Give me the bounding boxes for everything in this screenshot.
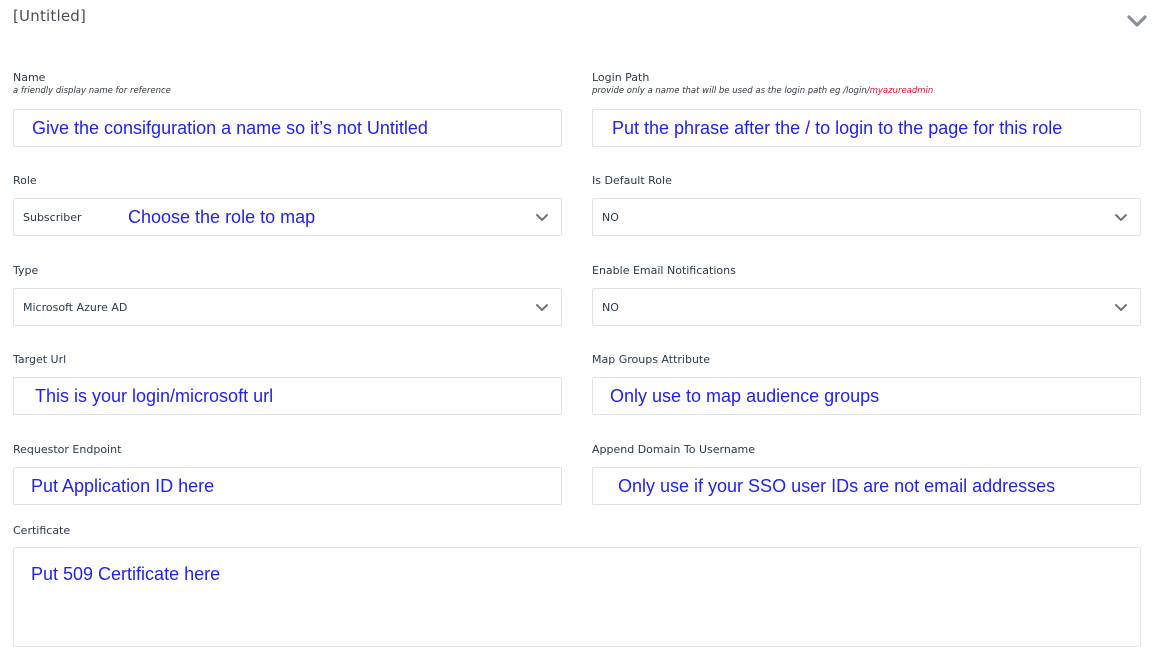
requestor-endpoint-field-group: Requestor Endpoint Put Application ID he… (13, 443, 562, 505)
certificate-label: Certificate (13, 524, 71, 537)
requestor-endpoint-input[interactable]: Put Application ID here (13, 467, 562, 505)
target-url-input[interactable]: This is your login/microsoft url (13, 377, 562, 415)
map-groups-field-group: Map Groups Attribute Only use to map aud… (592, 353, 1141, 415)
append-domain-label: Append Domain To Username (592, 443, 756, 456)
role-label: Role (13, 174, 37, 187)
map-groups-annotation: Only use to map audience groups (610, 386, 880, 406)
login-path-input[interactable]: Put the phrase after the / to login to t… (592, 109, 1141, 147)
name-field-group: Name a friendly display name for referen… (13, 71, 562, 147)
email-notifications-field-group: Enable Email Notifications NO (592, 264, 1141, 326)
chevron-down-icon[interactable] (1126, 12, 1148, 30)
is-default-role-label: Is Default Role (592, 174, 672, 187)
map-groups-input[interactable]: Only use to map audience groups (592, 377, 1141, 415)
type-selected-value: Microsoft Azure AD (23, 301, 128, 314)
target-url-annotation: This is your login/microsoft url (35, 386, 274, 406)
target-url-label: Target Url (13, 353, 67, 366)
name-label: Name (13, 71, 46, 84)
chevron-down-icon (536, 214, 548, 221)
type-field-group: Type Microsoft Azure AD (13, 264, 562, 326)
certificate-field-group: Certificate Put 509 Certificate here (13, 524, 1141, 647)
role-selected-value: Subscriber (23, 211, 82, 224)
append-domain-input[interactable]: Only use if your SSO user IDs are not em… (592, 467, 1141, 505)
target-url-field-group: Target Url This is your login/microsoft … (13, 353, 562, 415)
email-notifications-label: Enable Email Notifications (592, 264, 736, 277)
login-path-annotation: Put the phrase after the / to login to t… (612, 118, 1063, 138)
chevron-down-icon (1115, 214, 1127, 221)
certificate-annotation: Put 509 Certificate here (31, 564, 221, 584)
type-label: Type (13, 264, 39, 277)
type-select[interactable]: Microsoft Azure AD (13, 288, 562, 326)
config-header[interactable]: [Untitled] (0, 0, 1158, 44)
requestor-endpoint-label: Requestor Endpoint (13, 443, 122, 456)
email-notifications-selected-value: NO (602, 301, 619, 314)
map-groups-label: Map Groups Attribute (592, 353, 710, 366)
name-input[interactable]: Give the consifguration a name so it’s n… (13, 109, 562, 147)
is-default-role-field-group: Is Default Role NO (592, 174, 1141, 236)
is-default-role-selected-value: NO (602, 211, 619, 224)
is-default-role-select[interactable]: NO (592, 198, 1141, 236)
login-path-label: Login Path (592, 71, 650, 84)
requestor-endpoint-annotation: Put Application ID here (31, 476, 215, 496)
login-path-example: myazureadmin (869, 86, 934, 96)
chevron-down-icon (536, 304, 548, 311)
email-notifications-select[interactable]: NO (592, 288, 1141, 326)
config-title: [Untitled] (13, 7, 87, 25)
role-field-group: Role Subscriber Choose the role to map (13, 174, 562, 236)
name-annotation: Give the consifguration a name so it’s n… (32, 118, 428, 138)
name-hint: a friendly display name for reference (13, 86, 171, 96)
login-path-field-group: Login Path provide only a name that will… (592, 71, 1141, 147)
append-domain-field-group: Append Domain To Username Only use if yo… (592, 443, 1141, 505)
certificate-textarea[interactable]: Put 509 Certificate here (13, 547, 1141, 647)
role-select[interactable]: Subscriber Choose the role to map (13, 198, 562, 236)
append-domain-annotation: Only use if your SSO user IDs are not em… (618, 476, 1056, 496)
role-annotation: Choose the role to map (128, 207, 316, 227)
chevron-down-icon (1115, 304, 1127, 311)
login-path-hint: provide only a name that will be used as… (592, 86, 934, 96)
